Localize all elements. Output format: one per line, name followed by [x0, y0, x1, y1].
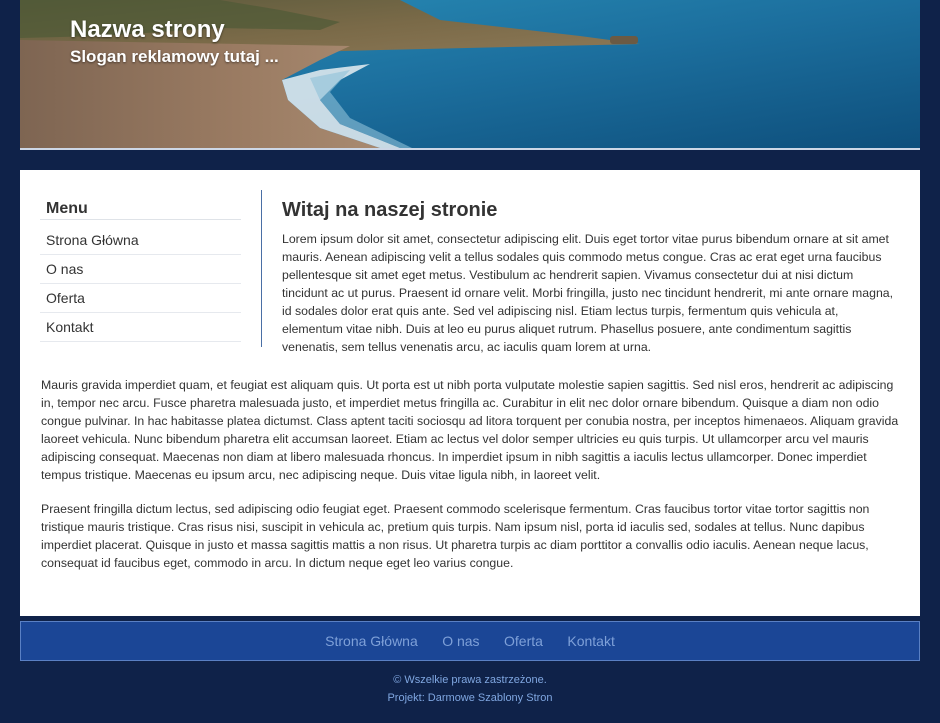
paragraph-3: Praesent fringilla dictum lectus, sed ad… — [41, 502, 870, 570]
footer-link-home[interactable]: Strona Główna — [325, 633, 418, 649]
sidebar-item-offer[interactable]: Oferta — [40, 284, 241, 313]
footer-link-about[interactable]: O nas — [442, 633, 479, 649]
header-divider — [20, 148, 920, 150]
body-text: Mauris gravida imperdiet quam, et feugia… — [41, 376, 901, 588]
content-area: Menu Strona Główna O nas Oferta Kontakt … — [20, 170, 920, 616]
copyright-text: © Wszelkie prawa zastrzeżone. — [393, 674, 547, 686]
footer-link-offer[interactable]: Oferta — [504, 633, 543, 649]
page-heading: Witaj na naszej stronie — [282, 199, 498, 221]
footer-link-contact[interactable]: Kontakt — [567, 633, 614, 649]
menu-heading: Menu — [40, 200, 241, 220]
sidebar-menu: Menu Strona Główna O nas Oferta Kontakt — [40, 200, 241, 342]
main-content: Witaj na naszej stronie Lorem ipsum dolo… — [282, 199, 900, 356]
site-slogan: Slogan reklamowy tutaj ... — [70, 47, 279, 66]
menu-list: Strona Główna O nas Oferta Kontakt — [40, 226, 241, 342]
footer-nav: Strona Główna O nas Oferta Kontakt — [20, 621, 920, 661]
site-title: Nazwa strony — [70, 16, 225, 43]
sidebar-item-about[interactable]: O nas — [40, 255, 241, 284]
sidebar-divider — [261, 190, 262, 347]
credit-link[interactable]: Projekt: Darmowe Szablony Stron — [0, 692, 940, 704]
header-banner: Nazwa strony Slogan reklamowy tutaj ... — [20, 0, 920, 148]
paragraph-2: Mauris gravida imperdiet quam, et feugia… — [41, 378, 899, 482]
sidebar-item-home[interactable]: Strona Główna — [40, 226, 241, 255]
intro-paragraph: Lorem ipsum dolor sit amet, consectetur … — [282, 232, 894, 354]
sidebar-item-contact[interactable]: Kontakt — [40, 313, 241, 342]
